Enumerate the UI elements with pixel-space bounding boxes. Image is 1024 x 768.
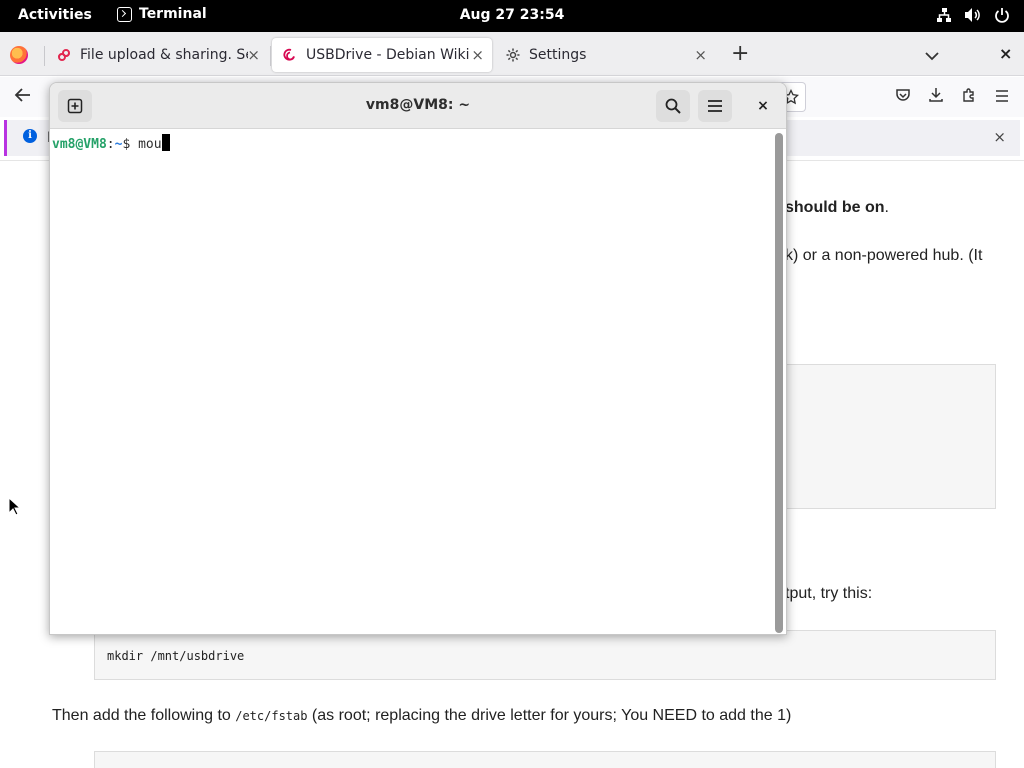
new-tab-button[interactable]: + — [731, 43, 749, 65]
tab-title: File upload & sharing. Ser — [80, 47, 248, 63]
terminal-app-icon — [117, 6, 132, 22]
volume-icon[interactable] — [964, 7, 982, 23]
tab-close-button[interactable]: × — [471, 47, 484, 63]
page-text-line: should be on. — [785, 199, 889, 216]
downloads-icon[interactable] — [928, 87, 944, 107]
info-icon: i — [23, 129, 37, 143]
notification-close-button[interactable]: × — [993, 128, 1006, 146]
code-text: mkdir /mnt/usbdrive — [107, 649, 245, 663]
code-block — [785, 364, 996, 509]
tab-settings[interactable]: Settings × — [495, 38, 715, 72]
tab-separator — [44, 46, 45, 66]
pocket-icon[interactable] — [895, 87, 911, 107]
tab-usbdrive[interactable]: USBDrive - Debian Wiki × — [272, 38, 492, 72]
close-icon[interactable]: × — [751, 94, 775, 118]
debian-icon — [282, 47, 298, 63]
clock[interactable]: Aug 27 23:54 — [460, 7, 565, 23]
app-menu[interactable]: Terminal — [117, 6, 207, 22]
hamburger-menu-icon[interactable] — [698, 90, 732, 122]
tab-close-button[interactable]: × — [694, 47, 707, 63]
back-arrow-icon[interactable] — [14, 87, 32, 108]
tab-title: USBDrive - Debian Wiki — [306, 47, 470, 63]
prompt-user: vm8@VM8 — [52, 137, 107, 152]
tab-title: Settings — [529, 47, 587, 63]
page-text-line: tput, try this: — [785, 585, 873, 602]
extensions-icon[interactable] — [961, 87, 977, 107]
inline-code: /etc/fstab — [235, 709, 308, 723]
terminal-input[interactable]: mou — [138, 137, 161, 152]
terminal-headerbar[interactable]: vm8@VM8: ~ × — [50, 83, 786, 129]
mouse-pointer-icon — [8, 496, 22, 521]
activities-button[interactable]: Activities — [18, 7, 92, 23]
tab-strip: File upload & sharing. Ser × USBDrive - … — [0, 32, 1024, 76]
prompt-separator: : — [106, 137, 115, 152]
search-icon[interactable] — [656, 90, 690, 122]
system-tray[interactable] — [936, 7, 1010, 23]
chevron-down-icon[interactable] — [925, 46, 939, 65]
power-icon[interactable] — [994, 7, 1010, 23]
code-block — [94, 751, 996, 768]
page-text-line: k) or a non-powered hub. (It — [785, 247, 983, 264]
top-bar: Activities Terminal Aug 27 23:54 — [0, 0, 1024, 32]
tab-close-button[interactable]: × — [247, 47, 260, 63]
window-close-button[interactable]: × — [999, 44, 1012, 63]
app-menu-label: Terminal — [139, 6, 207, 22]
terminal-scrollbar[interactable] — [775, 133, 783, 633]
text-cursor — [161, 134, 170, 151]
firefox-send-icon — [56, 47, 72, 63]
network-icon[interactable] — [936, 7, 952, 23]
page-paragraph: Then add the following to /etc/fstab (as… — [52, 707, 792, 724]
tab-file-upload[interactable]: File upload & sharing. Ser × — [46, 38, 268, 72]
terminal-prompt-line: vm8@VM8:~$ mou — [52, 134, 170, 152]
firefox-view-icon[interactable] — [10, 46, 28, 64]
terminal-window[interactable]: vm8@VM8: ~ × vm8@VM8:~$ mou — [49, 82, 787, 635]
gear-icon — [505, 47, 521, 63]
prompt-symbol: $ — [122, 137, 139, 152]
terminal-body[interactable]: vm8@VM8:~$ mou — [50, 130, 772, 634]
code-block: mkdir /mnt/usbdrive — [94, 630, 996, 680]
hamburger-menu-icon[interactable] — [994, 88, 1010, 107]
tab-separator — [270, 46, 271, 66]
